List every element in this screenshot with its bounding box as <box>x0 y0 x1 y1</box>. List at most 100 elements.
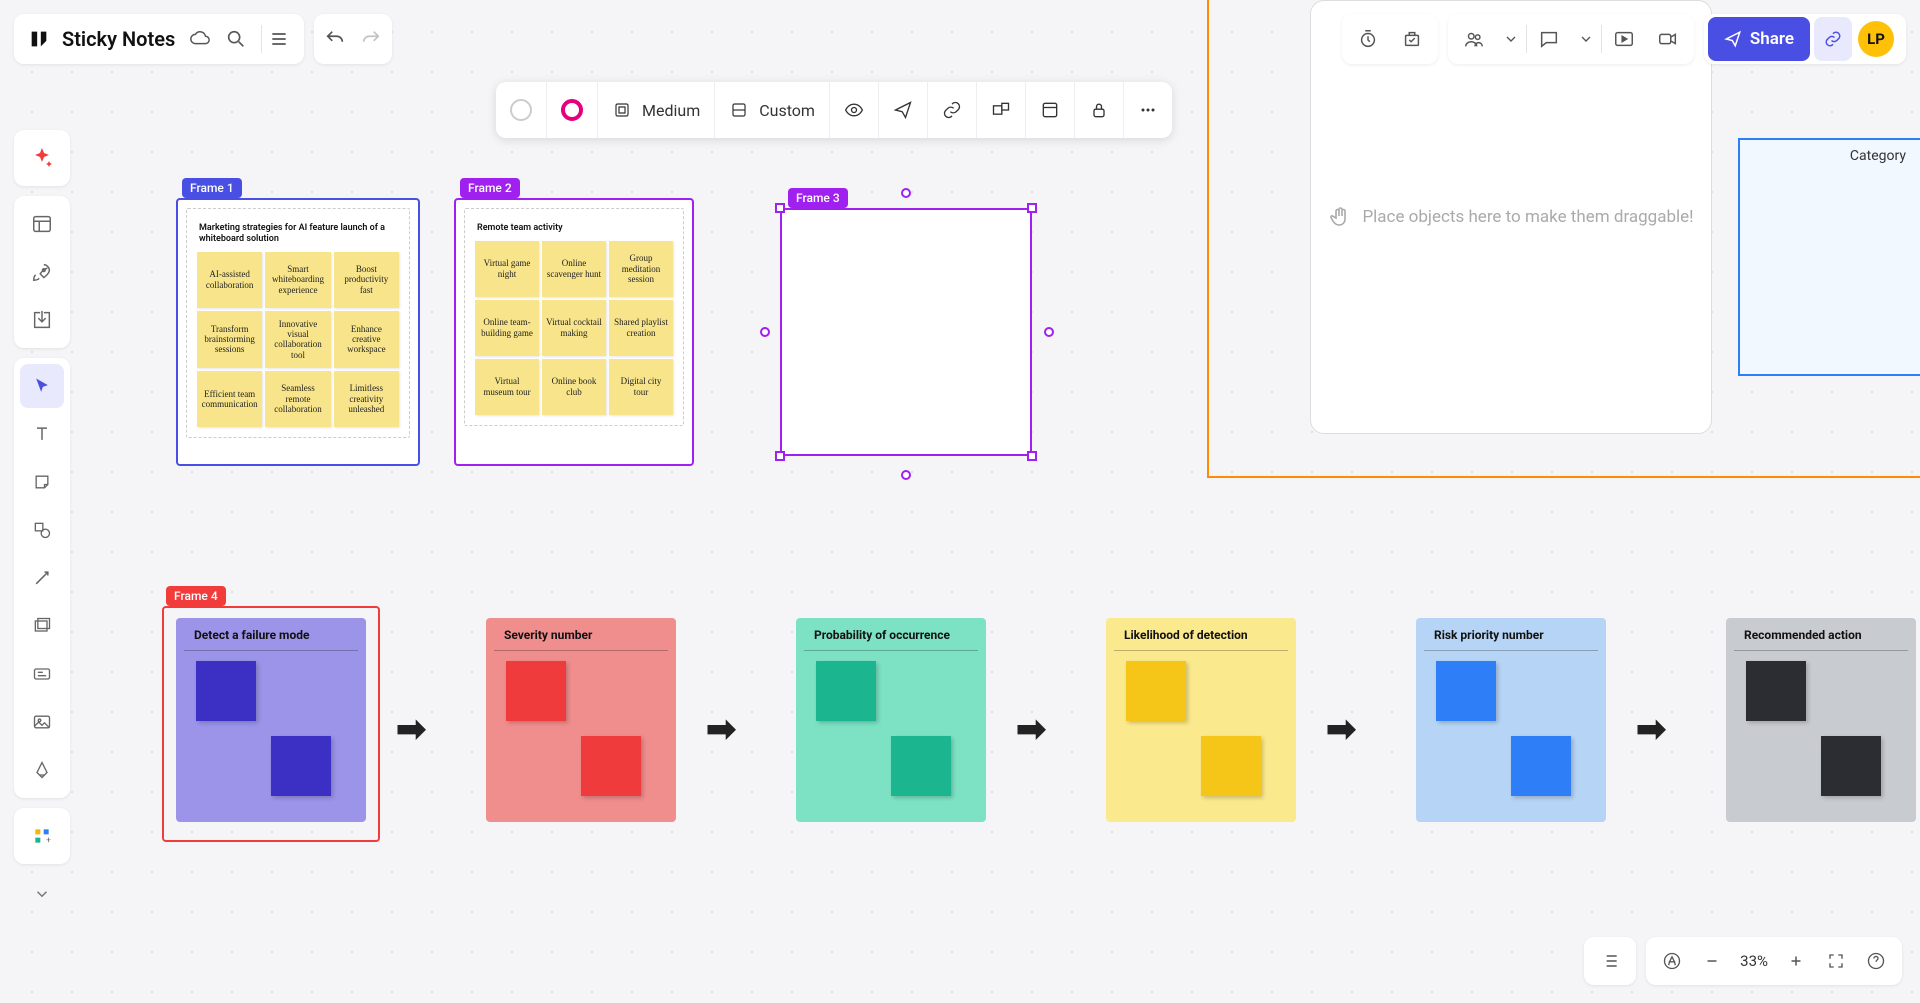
process-note[interactable] <box>1511 736 1571 796</box>
sticky-note[interactable]: Smart whiteboarding experience <box>265 252 330 308</box>
process-note[interactable] <box>891 736 951 796</box>
cloud-sync-icon[interactable] <box>189 28 211 50</box>
shape-tool-icon[interactable] <box>20 508 64 552</box>
layout-icon[interactable] <box>1026 82 1075 138</box>
timer-icon[interactable] <box>1346 17 1390 61</box>
line-tool-icon[interactable] <box>20 556 64 600</box>
image-tool-icon[interactable] <box>20 700 64 744</box>
sticky-note[interactable]: AI-assisted collaboration <box>197 252 262 308</box>
sticky-note[interactable]: Enhance creative workspace <box>334 311 399 368</box>
process-card-1[interactable]: Severity number <box>486 618 676 822</box>
document-title[interactable]: Sticky Notes <box>62 27 175 51</box>
selection-handle-sw[interactable] <box>775 451 785 461</box>
sticky-note[interactable]: Virtual game night <box>475 241 539 297</box>
search-icon[interactable] <box>225 28 247 50</box>
sticky-note[interactable]: Boost productivity fast <box>334 252 399 308</box>
frame-tag-1[interactable]: Frame 1 <box>182 178 242 198</box>
import-icon[interactable] <box>20 298 64 342</box>
fullscreen-icon[interactable] <box>1816 941 1856 981</box>
comment-icon[interactable] <box>1527 17 1571 61</box>
more-icon[interactable] <box>1124 82 1172 138</box>
voting-icon[interactable] <box>1390 17 1434 61</box>
selection-handle-e[interactable] <box>1044 327 1054 337</box>
send-icon[interactable] <box>879 82 928 138</box>
user-avatar[interactable]: LP <box>1858 21 1894 57</box>
process-card-3[interactable]: Likelihood of detection <box>1106 618 1296 822</box>
selection-handle-nw[interactable] <box>775 203 785 213</box>
zoom-level[interactable]: 33% <box>1732 952 1776 970</box>
list-view-icon[interactable] <box>1590 941 1630 981</box>
fill-color-picker[interactable] <box>496 82 547 138</box>
process-note[interactable] <box>1436 661 1496 721</box>
sticky-note[interactable]: Seamless remote collaboration <box>265 371 330 427</box>
sticky-note[interactable]: Online team-building game <box>475 300 539 356</box>
sticky-note[interactable]: Innovative visual collaboration tool <box>265 311 330 368</box>
chevron-down-icon[interactable] <box>1571 17 1601 61</box>
sticky-note[interactable]: Online scavenger hunt <box>542 241 606 297</box>
frame-tag-3[interactable]: Frame 3 <box>788 188 848 208</box>
selection-handle-w[interactable] <box>760 327 770 337</box>
video-icon[interactable] <box>1646 17 1690 61</box>
process-note[interactable] <box>271 736 331 796</box>
templates-icon[interactable] <box>20 202 64 246</box>
sticky-note[interactable]: Online book club <box>542 359 606 415</box>
group-icon[interactable] <box>977 82 1026 138</box>
chevron-down-icon[interactable] <box>1496 17 1526 61</box>
zoom-out-icon[interactable] <box>1692 941 1732 981</box>
lock-icon[interactable] <box>1075 82 1124 138</box>
category-box[interactable] <box>1738 138 1920 376</box>
redo-icon[interactable] <box>360 28 382 50</box>
process-note[interactable] <box>1126 661 1186 721</box>
sticky-note[interactable]: Group meditation session <box>609 241 673 297</box>
frame-1[interactable]: Marketing strategies for AI feature laun… <box>176 198 420 466</box>
sticky-note[interactable]: Efficient team communication <box>197 371 262 427</box>
drag-drop-panel[interactable]: Place objects here to make them draggabl… <box>1310 0 1712 434</box>
pen-tool-icon[interactable] <box>20 748 64 792</box>
sticky-note[interactable]: Shared playlist creation <box>609 300 673 356</box>
undo-icon[interactable] <box>324 28 346 50</box>
process-note[interactable] <box>581 736 641 796</box>
link-icon[interactable] <box>928 82 977 138</box>
selection-handle-se[interactable] <box>1027 451 1037 461</box>
select-tool-icon[interactable] <box>20 364 64 408</box>
frame-tag-2[interactable]: Frame 2 <box>460 178 520 198</box>
selection-handle-n[interactable] <box>901 188 911 198</box>
process-note[interactable] <box>506 661 566 721</box>
frame-tool-icon[interactable] <box>20 604 64 648</box>
process-card-0[interactable]: Detect a failure mode <box>176 618 366 822</box>
frame-2[interactable]: Remote team activity Virtual game night … <box>454 198 694 466</box>
process-card-5[interactable]: Recommended action <box>1726 618 1916 822</box>
stroke-weight-select[interactable]: Medium <box>598 82 715 138</box>
card-tool-icon[interactable] <box>20 652 64 696</box>
selection-handle-s[interactable] <box>901 470 911 480</box>
canvas[interactable]: Place objects here to make them draggabl… <box>0 0 1920 1003</box>
process-note[interactable] <box>196 661 256 721</box>
visibility-icon[interactable] <box>830 82 879 138</box>
size-select[interactable]: Custom <box>715 82 830 138</box>
menu-icon[interactable] <box>268 28 290 50</box>
text-tool-icon[interactable] <box>20 412 64 456</box>
zoom-in-icon[interactable] <box>1776 941 1816 981</box>
sticky-note[interactable]: Transform brainstorming sessions <box>197 311 262 368</box>
more-tools-icon[interactable]: + <box>20 814 64 858</box>
stroke-color-picker[interactable] <box>547 82 598 138</box>
process-note[interactable] <box>1746 661 1806 721</box>
people-icon[interactable] <box>1452 17 1496 61</box>
process-card-2[interactable]: Probability of occurrence <box>796 618 986 822</box>
frame-tag-4[interactable]: Frame 4 <box>166 586 226 606</box>
ai-assist-icon[interactable] <box>20 136 64 180</box>
process-note[interactable] <box>816 661 876 721</box>
help-icon[interactable] <box>1856 941 1896 981</box>
sticky-tool-icon[interactable] <box>20 460 64 504</box>
selection-handle-ne[interactable] <box>1027 203 1037 213</box>
process-card-4[interactable]: Risk priority number <box>1416 618 1606 822</box>
sticky-note[interactable]: Digital city tour <box>609 359 673 415</box>
frame-3[interactable] <box>780 208 1032 456</box>
rocket-icon[interactable] <box>20 250 64 294</box>
share-link-icon[interactable] <box>1814 17 1852 61</box>
sticky-note[interactable]: Virtual museum tour <box>475 359 539 415</box>
present-icon[interactable] <box>1602 17 1646 61</box>
sticky-note[interactable]: Limitless creativity unleashed <box>334 371 399 427</box>
sticky-note[interactable]: Virtual cocktail making <box>542 300 606 356</box>
sidebar-expand-icon[interactable] <box>14 874 70 914</box>
